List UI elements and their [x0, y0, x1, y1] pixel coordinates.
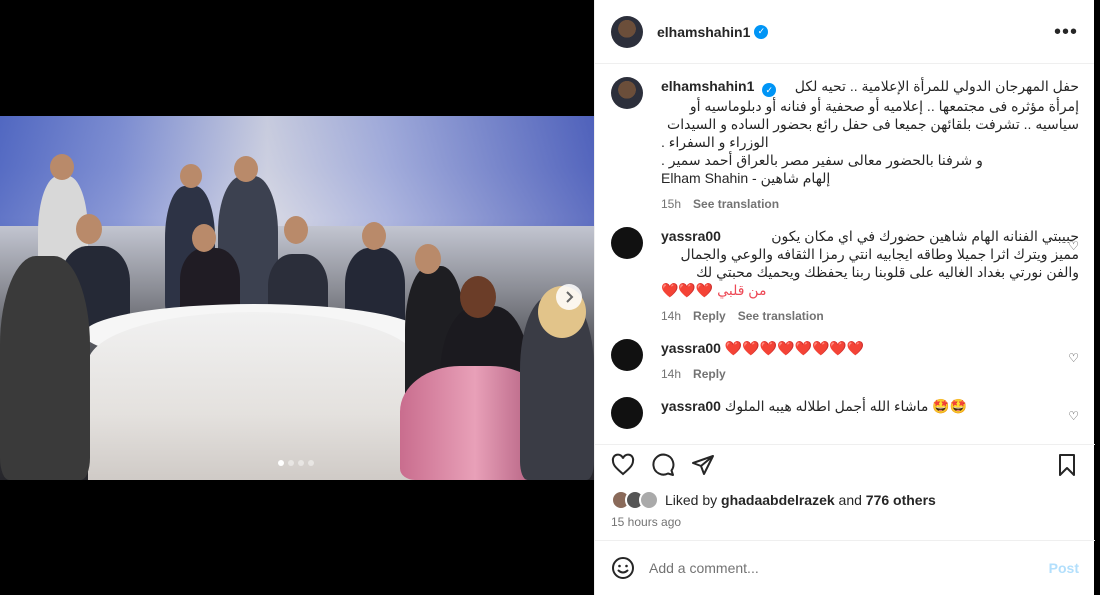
carousel-dot — [278, 460, 284, 466]
comment-input[interactable] — [649, 560, 1049, 576]
author-username[interactable]: elhamshahin1 — [657, 24, 750, 40]
photo-person-head — [284, 216, 308, 244]
emoji-smiley-icon[interactable] — [611, 556, 635, 580]
comment-item: yassra00 ❤️❤️❤️❤️❤️❤️❤️❤️ 14h Reply ♡ — [611, 339, 1079, 383]
caption-line: و شرفنا بالحضور معالى سفير مصر بالعراق أ… — [661, 152, 983, 168]
comment-line: ماشاء الله أجمل اطلاله هيبه الملوك 🤩🤩 — [724, 398, 968, 414]
likes-prefix: Liked by — [665, 492, 718, 508]
action-bar — [595, 444, 1095, 484]
likes-summary: Liked by ghadaabdelrazek and 776 others — [611, 490, 936, 510]
carousel-dot — [288, 460, 294, 466]
caption-line: إمرأة مؤثره فى مجتمعها .. إعلاميه أو صحف… — [689, 98, 1079, 114]
author-avatar[interactable] — [611, 77, 643, 109]
comments-list[interactable]: elhamshahin1 ✓ حفل المهرجان الدولي للمرأ… — [595, 65, 1095, 443]
post-photo[interactable] — [0, 116, 594, 480]
photo-person-head — [50, 154, 74, 180]
photo-person-head — [460, 276, 496, 318]
commenter-avatar[interactable] — [611, 397, 643, 429]
photo-person-head — [415, 244, 441, 274]
caption-line: Elham Shahin - إلهام شاهين — [661, 170, 831, 186]
caption-line: الوزراء و السفراء . — [661, 134, 769, 150]
liker-avatar — [639, 490, 659, 510]
media-pane — [0, 0, 594, 595]
comment-like-heart-icon[interactable]: ♡ — [1068, 351, 1079, 365]
caption-line: حفل المهرجان الدولي للمرأة الإعلامية .. … — [794, 78, 1079, 94]
comment-time: 14h — [661, 367, 682, 381]
photo-table — [88, 312, 418, 480]
comment-like-heart-icon[interactable]: ♡ — [1068, 239, 1079, 253]
post-timestamp[interactable]: 15 hours ago — [611, 515, 681, 529]
comment-item: yassra00 ماشاء الله أجمل اطلاله هيبه الم… — [611, 397, 1079, 429]
chevron-right-icon — [566, 291, 574, 303]
caption-username[interactable]: elhamshahin1 — [661, 78, 754, 94]
comment-line: ❤️❤️❤️❤️❤️❤️❤️❤️ — [724, 340, 865, 356]
carousel-next-button[interactable] — [556, 284, 582, 310]
caption: elhamshahin1 ✓ حفل المهرجان الدولي للمرأ… — [611, 77, 1079, 213]
post-header: elhamshahin1 ✓ ••• — [595, 0, 1094, 64]
comment-time: 14h — [661, 309, 682, 323]
caption-time: 15h — [661, 197, 682, 211]
send-paper-plane-icon[interactable] — [691, 453, 715, 477]
see-translation-link[interactable]: See translation — [693, 195, 779, 213]
photo-background-wall — [0, 116, 594, 226]
heart-outline-icon[interactable] — [611, 453, 635, 477]
comment-composer: Post — [595, 540, 1095, 595]
reply-link[interactable]: Reply — [693, 365, 726, 383]
photo-person-head — [192, 224, 216, 252]
carousel-indicator — [278, 460, 314, 466]
post-details-pane: elhamshahin1 ✓ ••• elhamshahin1 ✓ حفل ال… — [594, 0, 1095, 595]
likes-count[interactable]: 776 others — [866, 492, 936, 508]
carousel-dot — [298, 460, 304, 466]
photo-person — [0, 256, 90, 480]
commenter-avatar[interactable] — [611, 339, 643, 371]
comment-like-heart-icon[interactable]: ♡ — [1068, 409, 1079, 423]
more-horizontal-icon[interactable]: ••• — [1054, 22, 1078, 42]
verified-badge-icon: ✓ — [754, 24, 769, 39]
likes-text: Liked by ghadaabdelrazek and 776 others — [665, 492, 936, 508]
photo-person-head — [234, 156, 258, 182]
photo-person-head — [76, 214, 102, 244]
comment-bubble-icon[interactable] — [651, 453, 675, 477]
comment-line: والفن نورتي بغداد الغاليه على قلوبنا ربن… — [696, 264, 1079, 280]
reply-link[interactable]: Reply — [693, 307, 726, 325]
bookmark-icon[interactable] — [1055, 453, 1079, 477]
comment-username[interactable]: yassra00 — [661, 340, 721, 356]
comment-line: مميز ويترك اثرا جميلا وطاقه ايجابيه انتي… — [680, 246, 1079, 262]
comment-line: حبيبتي الفنانه الهام شاهين حضورك في اي م… — [771, 228, 1079, 244]
commenter-avatar[interactable] — [611, 227, 643, 259]
see-translation-link[interactable]: See translation — [738, 307, 824, 325]
photo-person-head — [362, 222, 386, 250]
liker-username[interactable]: ghadaabdelrazek — [721, 492, 835, 508]
photo-person-head — [180, 164, 202, 188]
post-comment-button[interactable]: Post — [1049, 560, 1079, 576]
author-avatar[interactable] — [611, 15, 643, 48]
caption-line: سياسيه .. تشرفت بلقائهن جميعا فى حفل رائ… — [667, 116, 1079, 132]
verified-badge-icon: ✓ — [762, 83, 777, 97]
comment-username[interactable]: yassra00 — [661, 228, 721, 244]
carousel-dot — [308, 460, 314, 466]
comment-username[interactable]: yassra00 — [661, 398, 721, 414]
comment-line: من قلبي ❤️❤️❤️ — [661, 282, 767, 298]
likes-conjunction: and — [838, 492, 862, 508]
comment-item: yassra00 حبيبتي الفنانه الهام شاهين حضور… — [611, 227, 1079, 325]
